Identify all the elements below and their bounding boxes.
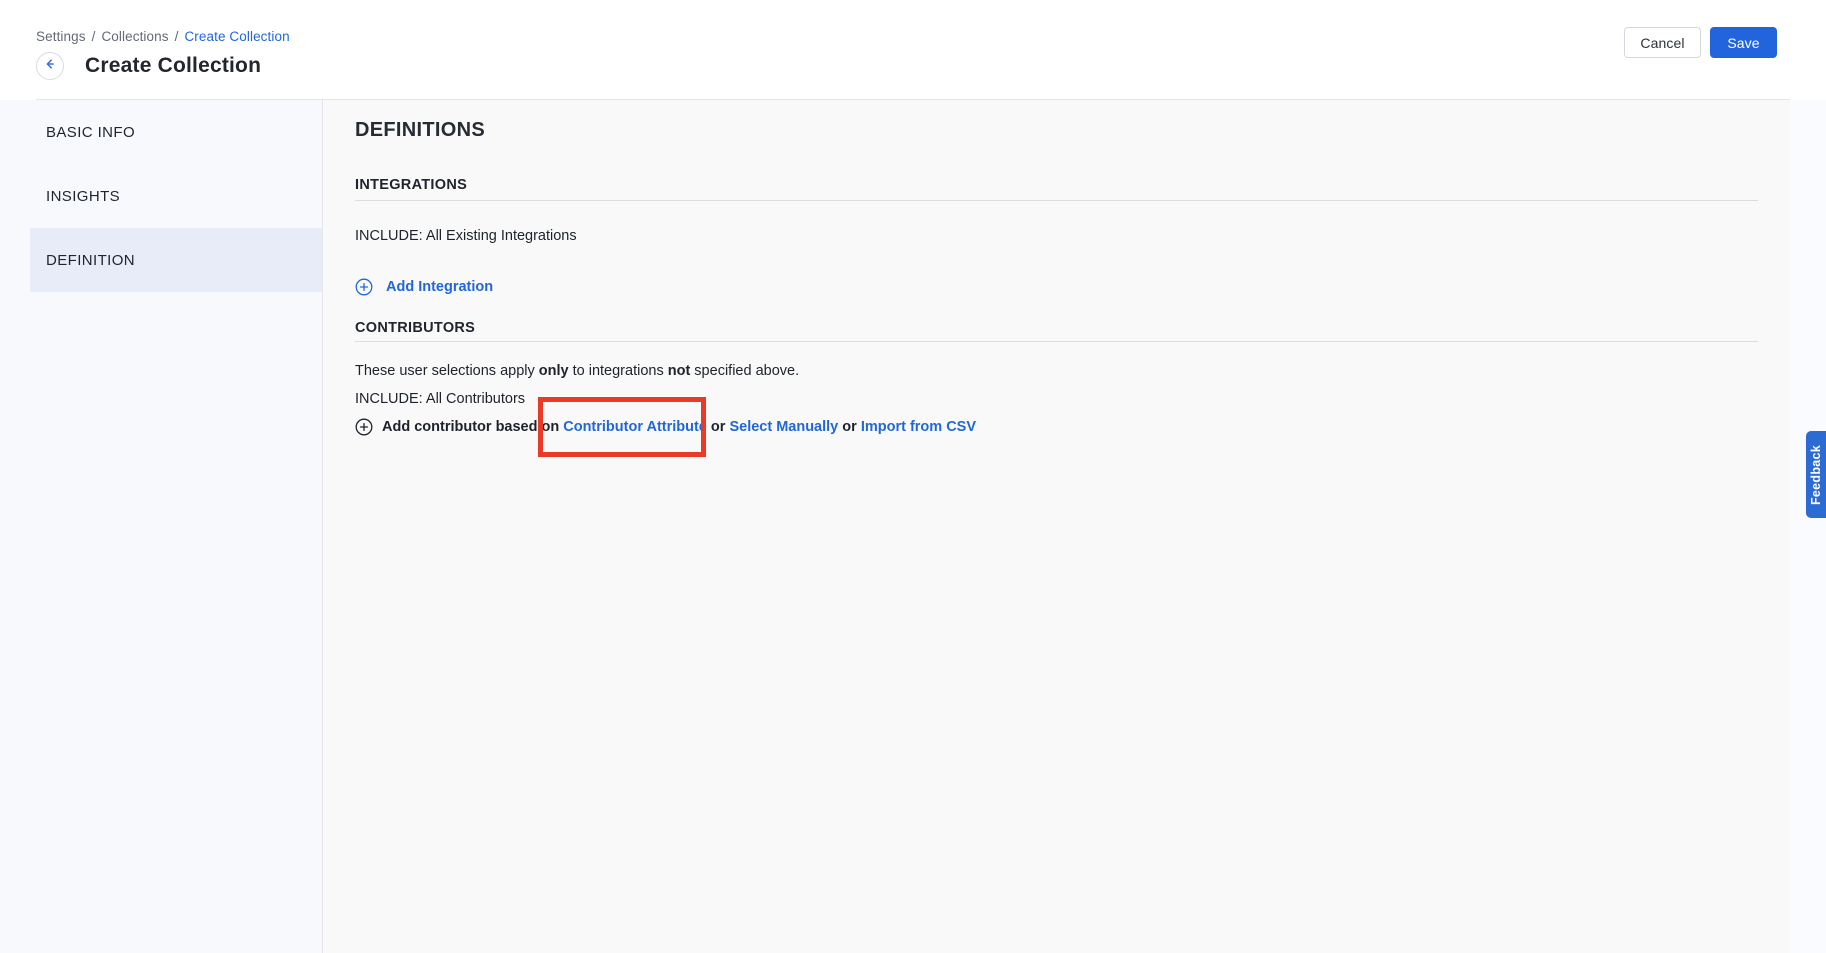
import-from-csv-link[interactable]: Import from CSV <box>861 419 976 435</box>
definitions-title: DEFINITIONS <box>355 116 1758 144</box>
page-title: Create Collection <box>85 54 261 78</box>
add-integration-button[interactable]: Add Integration <box>355 277 493 297</box>
contributors-section-heading: CONTRIBUTORS <box>355 318 1758 342</box>
contributors-include-text: INCLUDE: All Contributors <box>355 389 1758 409</box>
add-contributor-prefix: Add contributor based on <box>382 419 563 435</box>
plus-circle-icon[interactable] <box>355 418 373 436</box>
select-manually-link[interactable]: Select Manually <box>729 419 838 435</box>
breadcrumb-settings[interactable]: Settings <box>36 29 86 44</box>
integrations-include-text: INCLUDE: All Existing Integrations <box>355 226 1758 246</box>
definition-panel: DEFINITIONS INTEGRATIONS INCLUDE: All Ex… <box>324 100 1790 953</box>
feedback-tab[interactable]: Feedback <box>1806 431 1826 518</box>
sidebar-item-basic-info[interactable]: BASIC INFO <box>30 100 322 164</box>
breadcrumb-separator: / <box>92 29 96 44</box>
page-header: Settings / Collections / Create Collecti… <box>0 0 1826 100</box>
add-contributor-row: Add contributor based on Contributor Att… <box>355 417 1758 437</box>
feedback-tab-label: Feedback <box>1809 444 1823 504</box>
add-integration-label: Add Integration <box>386 277 493 297</box>
note-bold-not: not <box>668 363 691 379</box>
or-text: or <box>707 419 730 435</box>
breadcrumb-separator: / <box>175 29 179 44</box>
note-text: specified above. <box>690 363 799 379</box>
contributor-attribute-link[interactable]: Contributor Attribute <box>563 419 707 435</box>
note-text: These user selections apply <box>355 363 539 379</box>
create-collection-page: Settings / Collections / Create Collecti… <box>0 0 1826 953</box>
sidebar-item-insights[interactable]: INSIGHTS <box>30 164 322 228</box>
integrations-section-heading: INTEGRATIONS <box>355 175 1758 201</box>
add-contributor-text: Add contributor based on Contributor Att… <box>382 417 976 437</box>
sidebar-item-definition[interactable]: DEFINITION <box>30 228 322 292</box>
title-row: Create Collection <box>36 52 261 80</box>
save-button[interactable]: Save <box>1710 27 1777 58</box>
back-button[interactable] <box>36 52 64 80</box>
breadcrumb: Settings / Collections / Create Collecti… <box>36 29 290 44</box>
cancel-button[interactable]: Cancel <box>1624 27 1701 58</box>
note-text: to integrations <box>569 363 668 379</box>
plus-circle-icon <box>355 278 373 296</box>
breadcrumb-collections[interactable]: Collections <box>101 29 168 44</box>
note-bold-only: only <box>539 363 569 379</box>
or-text: or <box>838 419 861 435</box>
arrow-left-icon <box>43 57 57 76</box>
settings-sidebar: BASIC INFO INSIGHTS DEFINITION <box>0 100 323 953</box>
breadcrumb-create-collection[interactable]: Create Collection <box>184 29 289 44</box>
contributors-note: These user selections apply only to inte… <box>355 361 1758 381</box>
header-actions: Cancel Save <box>1624 27 1777 58</box>
